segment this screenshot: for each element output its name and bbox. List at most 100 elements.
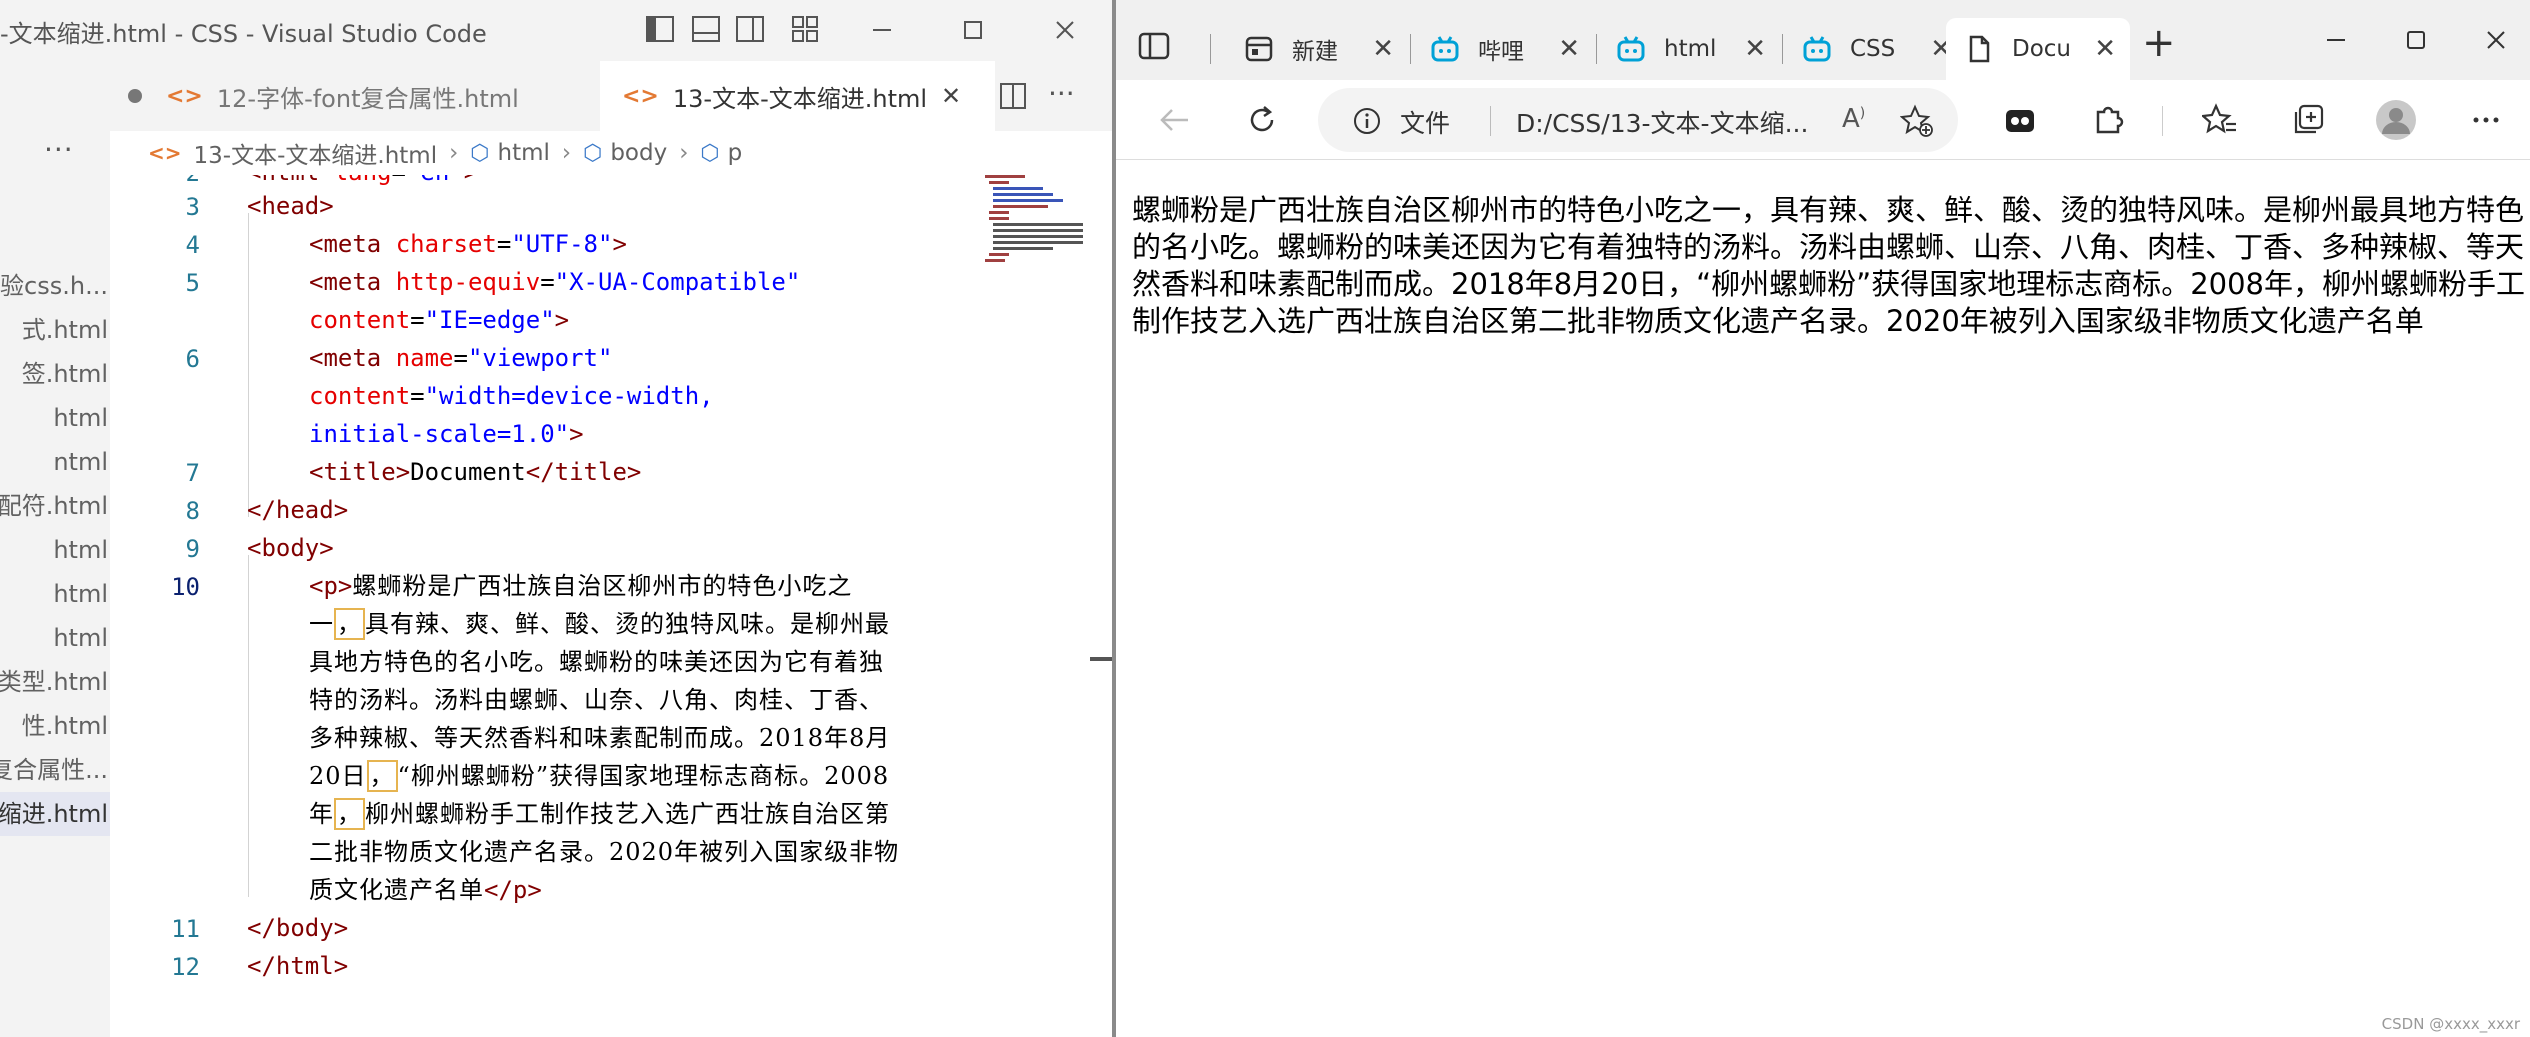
tab-close-icon[interactable]: ✕ [2094, 34, 2116, 64]
tab-close-icon[interactable]: ✕ [941, 82, 961, 110]
file-item[interactable]: 实验css.h... [0, 264, 110, 308]
code-line: </html> [247, 952, 349, 980]
file-item[interactable]: 签.html [0, 352, 110, 396]
customize-layout-icon[interactable] [790, 14, 822, 44]
browser-tab-newtab[interactable]: 新建 ✕ [1226, 18, 1408, 80]
back-arrow-icon[interactable] [1150, 96, 1198, 144]
breadcrumb-html[interactable]: html [498, 140, 550, 166]
minimize-icon[interactable] [2316, 20, 2356, 60]
scrollbar-thumb[interactable] [1090, 657, 1112, 661]
favorites-icon[interactable] [2196, 96, 2244, 144]
file-item[interactable]: html [0, 396, 110, 440]
code-line-wrap: initial-scale=1.0"> [309, 420, 584, 448]
code-line: </head> [247, 496, 349, 524]
file-item-active[interactable]: 缩进.html [0, 792, 110, 836]
close-icon[interactable] [1045, 12, 1085, 48]
breadcrumb-file[interactable]: 13-文本-文本缩进.html [194, 136, 438, 170]
chevron-right-icon: › [449, 140, 459, 166]
add-favorite-icon[interactable] [1899, 104, 1934, 142]
tab-title: 新建 [1292, 39, 1338, 65]
editor-more-actions-button[interactable]: ··· [1048, 77, 1075, 110]
info-icon[interactable] [1352, 106, 1382, 140]
code-line: <body> [247, 534, 334, 562]
code-line: <meta http-equiv="X-UA-Compatible" [309, 268, 801, 296]
address-separator [1490, 106, 1491, 136]
browser-tab-html[interactable]: html ✕ [1598, 18, 1780, 80]
code-line: <p>螺蛳粉是广西壮族自治区柳州市的特色小吃之 [309, 572, 853, 600]
code-line: <head> [247, 192, 334, 220]
maximize-icon[interactable] [953, 12, 993, 48]
html-file-icon: <> [148, 141, 182, 165]
bracket-highlight: ， [334, 608, 365, 640]
collections-icon[interactable] [2284, 96, 2332, 144]
line-number: 12 [171, 953, 200, 981]
toggle-sidebar-icon[interactable] [644, 14, 676, 44]
code-editor[interactable]: 2 3 4 5 6 7 8 9 10 11 12 <html lang="en"… [110, 175, 1112, 1037]
tab-close-icon[interactable]: ✕ [1558, 34, 1580, 64]
url-text[interactable]: D:/CSS/13-文本-文本缩... [1516, 104, 1808, 140]
indent-guide [248, 555, 249, 897]
file-item[interactable]: 性.html [0, 704, 110, 748]
explorer-sidebar: ··· 实验css.h... 式.html 签.html html ntml 配… [0, 61, 110, 1037]
extensions-puzzle-icon[interactable] [2084, 96, 2132, 144]
element-icon: ⬡ [700, 140, 720, 166]
line-number: 2 [110, 175, 200, 187]
unsaved-dot-icon [128, 89, 142, 103]
line-number: 4 [185, 231, 200, 259]
maximize-icon[interactable] [2396, 20, 2436, 60]
code-line-wrap: 二批非物质文化遗产名录。2020年被列入国家级非物 [309, 838, 900, 866]
chevron-right-icon: › [561, 140, 572, 166]
minimize-icon[interactable] [862, 12, 902, 48]
breadcrumb-body[interactable]: body [610, 140, 667, 166]
file-item[interactable]: 配符.html [0, 484, 110, 528]
code-line: <meta name="viewport" [309, 344, 613, 372]
bracket-highlight: ， [334, 798, 365, 830]
extension-icon[interactable] [1996, 96, 2044, 144]
read-aloud-icon[interactable]: A) [1842, 104, 1865, 134]
tab-13-text-indent[interactable]: <> 13-文本-文本缩进.html ✕ [600, 61, 995, 131]
refresh-icon[interactable] [1238, 96, 1286, 144]
html-file-icon: <> [622, 83, 659, 109]
tab-close-icon[interactable]: ✕ [1744, 34, 1766, 64]
tab-actions-icon[interactable] [1136, 28, 1172, 68]
file-item[interactable]: 式.html [0, 308, 110, 352]
document-icon [1964, 34, 1994, 64]
toggle-secondary-sidebar-icon[interactable] [734, 14, 766, 44]
code-line-wrap: 年，柳州螺蛳粉手工制作技艺入选广西壮族自治区第 [309, 798, 890, 830]
line-number: 6 [185, 345, 200, 373]
page-content: 螺蛳粉是广西壮族自治区柳州市的特色小吃之一，具有辣、爽、鲜、酸、烫的独特风味。是… [1116, 160, 2530, 1037]
file-item[interactable]: ntml [0, 440, 110, 484]
file-item[interactable]: 复合属性... [0, 748, 110, 792]
profile-avatar[interactable] [2372, 96, 2420, 144]
code-line-wrap: content="width=device-width, [309, 382, 714, 410]
browser-tab-css[interactable]: CSS ✕ [1784, 18, 1966, 80]
tab-close-icon[interactable]: ✕ [1372, 34, 1394, 64]
browser-tabstrip: 新建 ✕ 哔哩 ✕ html ✕ CSS ✕ Docu ✕ + [1116, 0, 2530, 80]
browser-tab-document-active[interactable]: Docu ✕ [1946, 18, 2130, 80]
close-icon[interactable] [2476, 20, 2516, 60]
code-line-wrap: 一，具有辣、爽、鲜、酸、烫的独特风味。是柳州最 [309, 608, 890, 640]
file-item[interactable]: 类型.html [0, 660, 110, 704]
file-item[interactable]: html [0, 616, 110, 660]
code-line-wrap: 多种辣椒、等天然香料和味素配制而成。2018年8月 [309, 724, 891, 752]
explorer-more-button[interactable]: ··· [44, 133, 74, 166]
chevron-right-icon: › [679, 140, 689, 166]
file-item[interactable]: html [0, 572, 110, 616]
file-item[interactable]: html [0, 528, 110, 572]
breadcrumb-p[interactable]: p [728, 140, 743, 166]
tab-separator [1210, 34, 1211, 64]
address-bar[interactable]: 文件 D:/CSS/13-文本-文本缩... A) [1318, 88, 1958, 152]
tab-label: 12-字体-font复合属性.html [216, 84, 519, 113]
rendered-paragraph: 螺蛳粉是广西壮族自治区柳州市的特色小吃之一，具有辣、爽、鲜、酸、烫的独特风味。是… [1132, 193, 2526, 338]
toggle-panel-icon[interactable] [690, 14, 722, 44]
split-editor-icon[interactable] [998, 81, 1028, 115]
settings-more-icon[interactable] [2462, 96, 2510, 144]
browser-tab-bilibili[interactable]: 哔哩 ✕ [1412, 18, 1594, 80]
new-tab-button[interactable]: + [2142, 20, 2176, 66]
tab-12-font[interactable]: <> 12-字体-font复合属性.html [110, 61, 600, 131]
tab-separator [1782, 34, 1783, 64]
minimap[interactable] [985, 175, 1095, 295]
tab-separator [1410, 34, 1411, 64]
breadcrumb: <> 13-文本-文本缩进.html › ⬡ html › ⬡ body › ⬡… [110, 131, 1112, 175]
tab-separator [1596, 34, 1597, 64]
